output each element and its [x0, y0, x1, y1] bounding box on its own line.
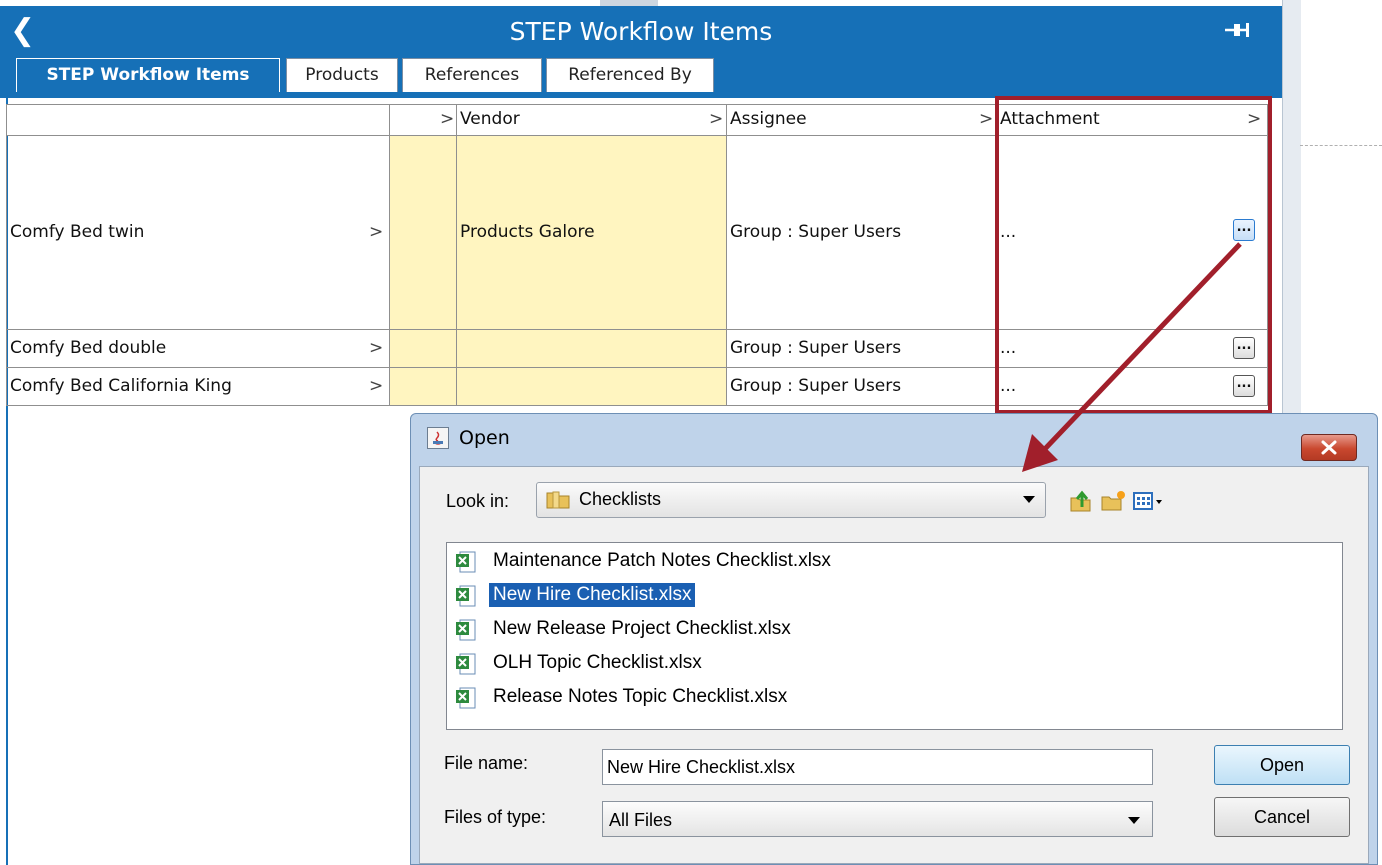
dialog-body: Look in: Checklists Maintenance Patch No… [419, 466, 1369, 864]
table-row-name[interactable]: Comfy Bed twin > [6, 136, 390, 330]
chevron-right-icon[interactable]: > [369, 376, 383, 396]
file-name-input[interactable] [602, 749, 1153, 785]
look-in-label: Look in: [446, 491, 510, 511]
tab-referenced-by[interactable]: Referenced By [546, 58, 714, 92]
new-folder-icon[interactable] [1100, 489, 1126, 513]
view-menu-icon[interactable] [1132, 489, 1168, 513]
chevron-right-icon[interactable]: > [979, 109, 993, 129]
file-list[interactable]: Maintenance Patch Notes Checklist.xlsx N… [446, 542, 1343, 730]
open-button[interactable]: Open [1214, 745, 1350, 785]
panel-title: STEP Workflow Items [509, 17, 773, 46]
dashed-divider [1300, 145, 1382, 146]
tab-step-workflow-items[interactable]: STEP Workflow Items [16, 58, 280, 92]
tab-references[interactable]: References [402, 58, 542, 92]
file-name-label: File name: [444, 753, 529, 773]
chevron-down-icon [1023, 496, 1035, 503]
excel-file-icon [456, 653, 476, 675]
dialog-title: Open [459, 427, 510, 449]
files-of-type-value: All Files [609, 810, 673, 830]
chevron-right-icon[interactable]: > [709, 109, 723, 129]
chevron-right-icon[interactable]: > [369, 338, 383, 358]
open-dialog: Open Look in: Checklists Maintenance Pat… [410, 413, 1378, 865]
header-name[interactable] [6, 104, 390, 136]
excel-file-icon [456, 687, 476, 709]
table-cell-vendor[interactable] [457, 330, 727, 368]
look-in-dropdown[interactable]: Checklists [536, 482, 1046, 518]
table-row-name[interactable]: Comfy Bed California King > [6, 368, 390, 406]
tab-products[interactable]: Products [286, 58, 398, 92]
files-of-type-label: Files of type: [444, 807, 547, 827]
excel-file-icon [456, 585, 476, 607]
table-cell-assignee[interactable]: Group : Super Users [727, 136, 997, 330]
table-row-name[interactable]: Comfy Bed double > [6, 330, 390, 368]
table-cell[interactable] [390, 330, 457, 368]
table-cell[interactable] [390, 136, 457, 330]
title-bar: ❮ STEP Workflow Items [0, 6, 1282, 60]
look-in-value: Checklists [579, 489, 662, 509]
close-icon[interactable] [1301, 434, 1357, 461]
up-folder-icon[interactable] [1068, 489, 1094, 513]
chevron-down-icon [1128, 817, 1140, 824]
java-app-icon [427, 427, 449, 449]
header-assignee[interactable]: Assignee > [727, 104, 997, 136]
files-of-type-dropdown[interactable]: All Files [602, 801, 1153, 837]
chevron-right-icon[interactable]: > [440, 109, 454, 129]
table-cell[interactable] [390, 368, 457, 406]
excel-file-icon [456, 619, 476, 641]
cancel-button[interactable]: Cancel [1214, 797, 1350, 837]
table-cell-assignee[interactable]: Group : Super Users [727, 330, 997, 368]
folder-icon [546, 491, 570, 509]
table-cell-vendor[interactable]: Products Galore [457, 136, 727, 330]
tab-strip: STEP Workflow Items Products References … [0, 58, 1282, 98]
attachment-highlight-box [995, 96, 1272, 414]
table-cell-vendor[interactable] [457, 368, 727, 406]
header-vendor[interactable]: Vendor > [457, 104, 727, 136]
header-col2[interactable]: > [390, 104, 457, 136]
pin-icon[interactable] [1222, 18, 1252, 42]
table-cell-assignee[interactable]: Group : Super Users [727, 368, 997, 406]
chevron-right-icon[interactable]: > [369, 222, 383, 242]
excel-file-icon [456, 551, 476, 573]
